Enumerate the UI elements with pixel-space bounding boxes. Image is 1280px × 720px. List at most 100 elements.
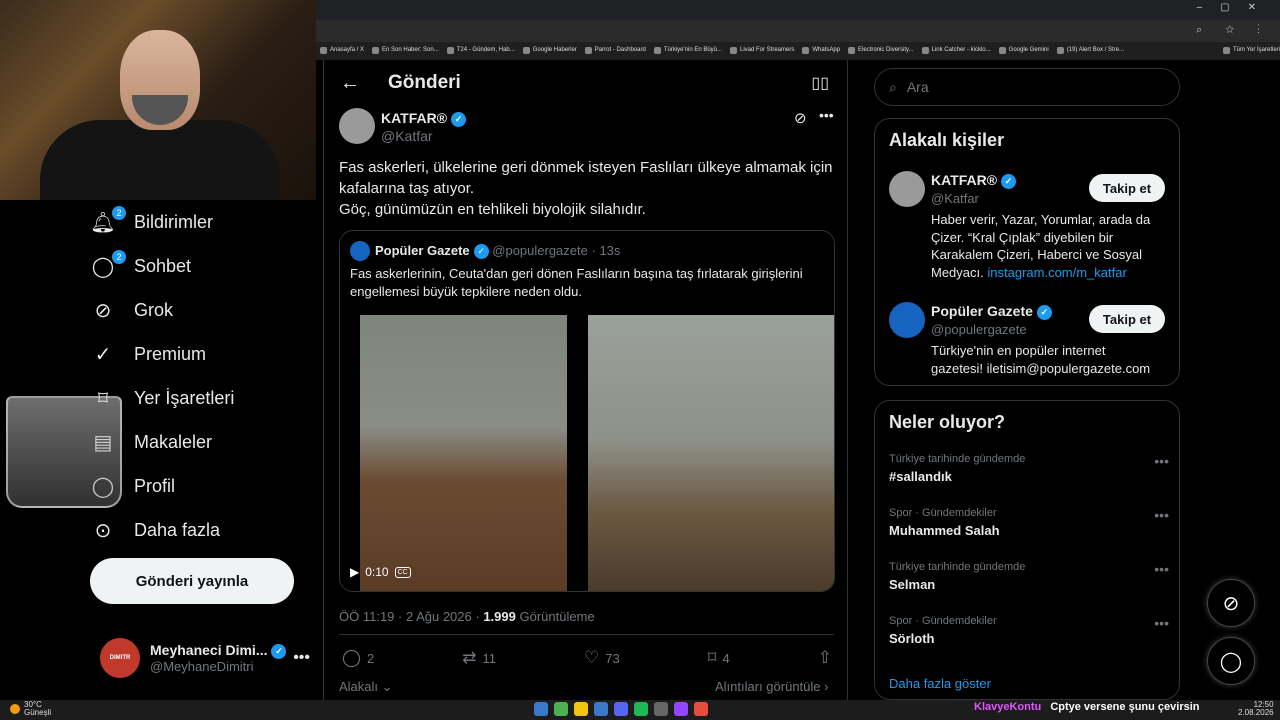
quote-author-name: Popüler Gazete: [375, 243, 470, 258]
follow-button[interactable]: Takip et: [1089, 174, 1165, 202]
show-more-link[interactable]: Daha fazla göster: [889, 676, 991, 691]
video-frame-left[interactable]: [360, 315, 567, 591]
bookmark-item[interactable]: (19) Alert Box / Stre...: [1056, 46, 1124, 54]
weather-desc: Güneşli: [24, 708, 52, 717]
more-options-icon[interactable]: •••: [1154, 453, 1169, 469]
bookmark-item[interactable]: Google Haberler: [522, 46, 577, 54]
sidebar-item-label: Yer İşaretleri: [134, 387, 235, 408]
repost-icon: ⇄: [462, 648, 477, 667]
sidebar-item-verified[interactable]: ✓ Premium: [90, 332, 310, 376]
folder-icon[interactable]: [574, 702, 588, 716]
bookmark-item[interactable]: Türkiye'nin En Büyü...: [653, 46, 722, 54]
search-input[interactable]: Ara: [907, 79, 929, 95]
related-tab[interactable]: Alakalı ⌄: [339, 679, 393, 695]
spotify-icon[interactable]: [634, 702, 648, 716]
post-text-line: Fas askerleri, ülkelerine geri dönmek is…: [339, 159, 833, 176]
app-icon[interactable]: [594, 702, 608, 716]
bookmark-favicon-icon: [584, 46, 592, 54]
more-options-icon[interactable]: •••: [1154, 507, 1169, 523]
play-icon[interactable]: ▶: [350, 565, 359, 579]
notification-badge: 2: [112, 206, 126, 220]
captions-icon[interactable]: CC: [394, 566, 411, 578]
person-handle[interactable]: @Katfar: [931, 191, 979, 206]
more-options-icon[interactable]: •••: [1154, 615, 1169, 631]
post-author[interactable]: KATFAR® ✓: [381, 110, 467, 127]
grok-icon[interactable]: ⊘: [794, 109, 807, 127]
bookmark-item[interactable]: WhatsApp: [802, 46, 840, 54]
trend-item[interactable]: Türkiye tarihinde gündemde Selman •••: [889, 561, 1169, 592]
bookmark-item[interactable]: Link Catcher - kicklo...: [921, 46, 991, 54]
person-handle[interactable]: @populergazete: [931, 322, 1027, 337]
back-arrow-icon[interactable]: ←: [340, 72, 360, 95]
bookmark-item[interactable]: Parrot - Dashboard: [584, 46, 646, 54]
more-options-icon[interactable]: •••: [1154, 561, 1169, 577]
sidebar-item-more[interactable]: ⊙ Daha fazla: [90, 508, 310, 552]
bookmark-label: Anasayfa / X: [330, 47, 365, 53]
bookmark-item[interactable]: Anasayfa / X: [320, 46, 365, 54]
person-name-text[interactable]: Popüler Gazete: [931, 303, 1033, 319]
toolbar-icons[interactable]: ⌕ ☆ ⋮: [1196, 24, 1270, 37]
sidebar-item-chat[interactable]: ◯ 2 Sohbet: [90, 244, 310, 288]
person-avatar[interactable]: [889, 171, 925, 207]
obs-icon[interactable]: [694, 702, 708, 716]
video-controls[interactable]: ▶ 0:10 CC: [350, 565, 411, 579]
messages-fab[interactable]: ◯: [1207, 637, 1255, 685]
person-name[interactable]: KATFAR® ✓: [931, 172, 1017, 189]
post-button[interactable]: Gönderi yayınla: [90, 558, 294, 604]
sidebar-item-article[interactable]: ▤Makaleler: [90, 420, 310, 464]
quoted-post[interactable]: Popüler Gazete ✓ @populergazete · 13s Fas…: [339, 230, 835, 592]
window-controls[interactable]: –▢✕: [1197, 2, 1274, 13]
chrome-icon[interactable]: [554, 702, 568, 716]
search-box[interactable]: ⌕ Ara: [874, 68, 1180, 106]
share-icon: ⇧: [817, 648, 832, 667]
more-options-icon[interactable]: •••: [819, 107, 834, 123]
bookmark-item[interactable]: Google Gemini: [998, 46, 1049, 54]
discord-icon[interactable]: [614, 702, 628, 716]
account-switcher[interactable]: DIMITR Meyhaneci Dimi... ✓ @MeyhaneDimitr…: [100, 636, 310, 680]
trend-item[interactable]: Spor · Gündemdekiler Sörloth •••: [889, 615, 1169, 646]
post-text: Fas askerleri, ülkelerine geri dönmek is…: [339, 157, 839, 220]
follow-button[interactable]: Takip et: [1089, 305, 1165, 333]
person-name-text[interactable]: KATFAR®: [931, 172, 997, 188]
weather-widget[interactable]: 30°C Güneşli: [10, 701, 51, 717]
bio-link[interactable]: instagram.com/m_katfar: [987, 265, 1126, 280]
repost-button[interactable]: ⇄ 11: [462, 648, 496, 668]
sidebar-item-bell[interactable]: 🔔︎ 2 Bildirimler: [90, 200, 310, 244]
sidebar-item-grok[interactable]: ⊘ Grok: [90, 288, 310, 332]
quote-author-handle: @populergazete: [492, 243, 588, 258]
quote-time: · 13s: [591, 243, 621, 258]
share-button[interactable]: ⇧: [818, 648, 832, 668]
bookmark-item[interactable]: Electronic Diversity...: [848, 46, 914, 54]
sidebar-item-user[interactable]: ◯Profil: [90, 464, 310, 508]
reader-icon[interactable]: ▯▯: [811, 73, 829, 93]
person-name[interactable]: Popüler Gazete ✓: [931, 303, 1052, 320]
post-author-avatar[interactable]: [339, 108, 375, 144]
post-author-handle[interactable]: @Katfar: [381, 128, 433, 144]
trend-item[interactable]: Spor · Gündemdekiler Muhammed Salah •••: [889, 507, 1169, 538]
more-options-icon[interactable]: •••: [293, 649, 310, 667]
sidebar-item-bookmark[interactable]: ⌑Yer İşaretleri: [90, 376, 310, 420]
person-avatar[interactable]: [889, 302, 925, 338]
bookmark-button[interactable]: ⌑ 4: [708, 648, 730, 668]
view-quotes-link[interactable]: Alıntıları görüntüle ›: [715, 679, 828, 694]
address-bar[interactable]: ⌕ ☆ ⋮: [316, 20, 1280, 42]
account-name: Meyhaneci Dimi...: [150, 642, 268, 659]
bookmark-item[interactable]: En Son Haber: Son...: [372, 46, 439, 54]
bio-line: Türkiye'nin en popüler internet: [931, 343, 1106, 358]
bookmark-item[interactable]: T24 - Gündem, Hab...: [446, 46, 515, 54]
twitch-icon[interactable]: [674, 702, 688, 716]
app-icon[interactable]: [654, 702, 668, 716]
start-icon[interactable]: [534, 702, 548, 716]
video-frame-right[interactable]: [588, 315, 834, 591]
clock[interactable]: 12:50 2.08.2026: [1238, 701, 1274, 717]
trend-item[interactable]: Türkiye tarihinde gündemde #sallandık •••: [889, 453, 1169, 484]
bookmark-item[interactable]: Livad For Streamers: [730, 46, 794, 54]
post-timestamp: ÖÖ 11:19 · 2 Ağu 2026 ·: [339, 609, 480, 624]
post-author-name[interactable]: KATFAR®: [381, 110, 447, 126]
person-bio: Türkiye'nin en popüler internet gazetesi…: [931, 342, 1171, 377]
bookmark-item[interactable]: Tüm Yer İşaretleri: [1222, 46, 1280, 54]
like-button[interactable]: ♡ 73: [584, 648, 620, 668]
clock-date: 2.08.2026: [1238, 708, 1274, 717]
grok-fab[interactable]: ⊘: [1207, 579, 1255, 627]
reply-button[interactable]: ◯ 2: [342, 648, 374, 668]
